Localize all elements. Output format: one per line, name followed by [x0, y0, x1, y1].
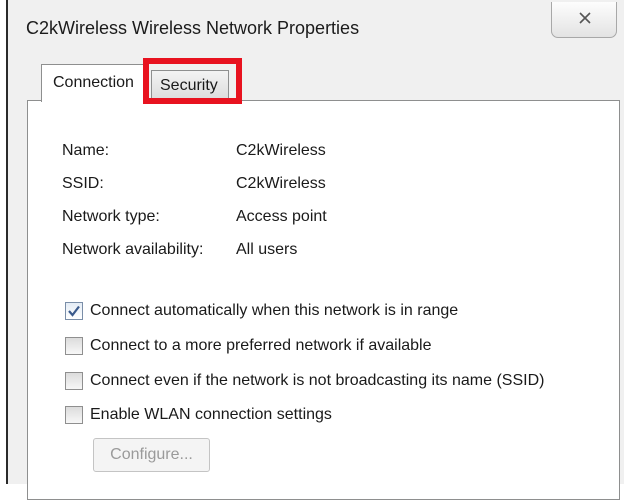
- network-type-value: Access point: [236, 208, 327, 225]
- tab-connection[interactable]: Connection: [41, 64, 147, 102]
- window-edge: [0, 0, 8, 484]
- tab-connection-label: Connection: [53, 74, 134, 91]
- network-availability-label: Network availability:: [62, 241, 204, 258]
- enable-wlan-settings-option[interactable]: Enable WLAN connection settings: [65, 404, 332, 426]
- connect-hidden-ssid-option[interactable]: Connect even if the network is not broad…: [65, 370, 544, 392]
- network-properties-dialog: C2kWireless Wireless Network Properties …: [8, 0, 624, 500]
- connect-preferred-label: Connect to a more preferred network if a…: [90, 337, 432, 354]
- close-icon: [579, 12, 591, 24]
- connect-automatically-checkbox[interactable]: [65, 302, 83, 320]
- name-value: C2kWireless: [236, 142, 326, 159]
- network-type-label: Network type:: [62, 208, 160, 225]
- configure-button[interactable]: Configure...: [93, 438, 210, 472]
- close-button[interactable]: [551, 2, 617, 38]
- network-availability-value: All users: [236, 241, 298, 258]
- name-label: Name:: [62, 142, 110, 159]
- checkmark-icon: [68, 305, 80, 317]
- connect-preferred-option[interactable]: Connect to a more preferred network if a…: [65, 335, 432, 357]
- ssid-value: C2kWireless: [236, 175, 326, 192]
- enable-wlan-settings-checkbox[interactable]: [65, 406, 83, 424]
- ssid-label: SSID:: [62, 175, 104, 192]
- tab-security-label: Security: [160, 77, 218, 94]
- connect-hidden-ssid-label: Connect even if the network is not broad…: [90, 372, 545, 389]
- connect-preferred-checkbox[interactable]: [65, 337, 83, 355]
- connect-hidden-ssid-checkbox[interactable]: [65, 372, 83, 390]
- connect-automatically-label: Connect automatically when this network …: [90, 302, 459, 319]
- dialog-title: C2kWireless Wireless Network Properties: [26, 18, 360, 38]
- connect-automatically-option[interactable]: Connect automatically when this network …: [65, 300, 458, 322]
- enable-wlan-settings-label: Enable WLAN connection settings: [90, 406, 332, 423]
- tab-security[interactable]: Security: [151, 70, 229, 100]
